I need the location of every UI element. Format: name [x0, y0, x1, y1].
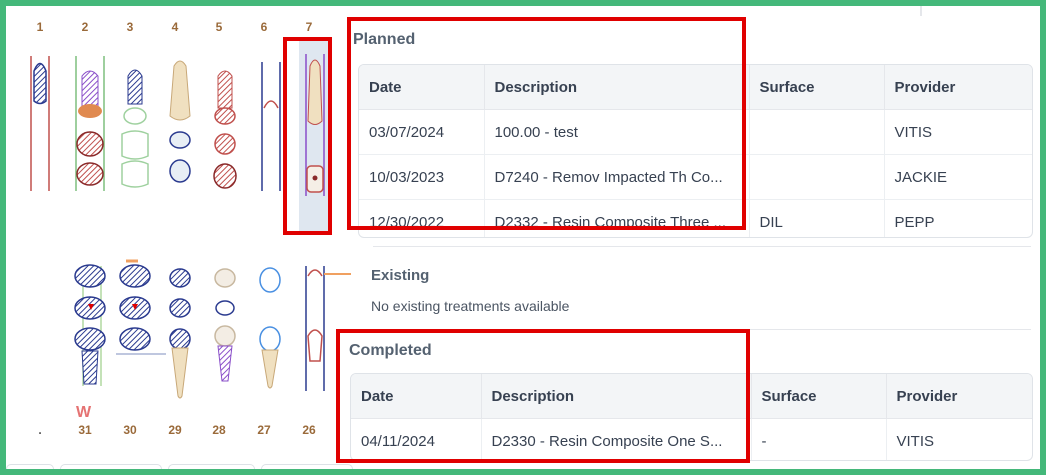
table-row[interactable]: 12/30/2022 D2332 - Resin Composite Three… [359, 199, 1032, 237]
col-surface[interactable]: Surface [751, 374, 887, 419]
cell-description: 100.00 - test [484, 109, 750, 155]
divider [373, 246, 1031, 247]
cell-date: 03/07/2024 [359, 109, 485, 155]
cell-surface [749, 109, 885, 155]
tooth-6[interactable] [261, 62, 281, 191]
table-row[interactable]: 03/07/2024 100.00 - test VITIS [359, 109, 1032, 155]
completed-title: Completed [349, 342, 432, 359]
existing-empty-text: No existing treatments available [371, 298, 570, 314]
tooth-3[interactable] [121, 69, 149, 188]
col-provider[interactable]: Provider [886, 374, 1032, 419]
cell-description: D2332 - Resin Composite Three ... [484, 199, 750, 237]
tooth-1[interactable] [30, 56, 50, 191]
tooth-30[interactable] [116, 259, 166, 355]
tooth-number-6[interactable]: 6 [254, 20, 274, 34]
cell-description: D7240 - Remov Impacted Th Co... [484, 154, 750, 200]
completed-header-row: Date Description Surface Provider [351, 374, 1032, 419]
tooth-chart[interactable] [6, 36, 351, 436]
tooth-28[interactable] [214, 268, 236, 382]
table-row[interactable]: 04/11/2024 D2330 - Resin Composite One S… [351, 418, 1032, 460]
col-description[interactable]: Description [484, 65, 750, 110]
col-surface[interactable]: Surface [749, 65, 885, 110]
planned-title: Planned [353, 31, 416, 48]
col-date[interactable]: Date [359, 65, 485, 110]
cell-provider: VITIS [886, 418, 1032, 460]
bottom-tab[interactable] [261, 464, 353, 469]
tooth-number-3[interactable]: 3 [120, 20, 140, 34]
tooth-number-4[interactable]: 4 [165, 20, 185, 34]
cell-provider: PEPP [884, 199, 1032, 237]
divider [920, 6, 922, 16]
cell-provider: VITIS [884, 109, 1032, 155]
tooth-27[interactable] [259, 267, 281, 389]
cell-surface [749, 154, 885, 200]
completed-table: Date Description Surface Provider 04/11/… [350, 373, 1033, 461]
cell-date: 04/11/2024 [351, 418, 482, 460]
tooth-number-2[interactable]: 2 [75, 20, 95, 34]
col-date[interactable]: Date [351, 374, 482, 419]
cell-surface: - [751, 418, 887, 460]
tooth-5[interactable] [213, 70, 237, 189]
tooth-number-7[interactable]: 7 [299, 20, 319, 34]
cell-date: 12/30/2022 [359, 199, 485, 237]
planned-table: Date Description Surface Provider 03/07/… [358, 64, 1033, 238]
bottom-tab[interactable] [6, 464, 54, 469]
tooth-26[interactable] [305, 266, 351, 391]
tooth-number-1[interactable]: 1 [30, 20, 50, 34]
planned-header-row: Date Description Surface Provider [359, 65, 1032, 110]
divider [373, 329, 1031, 330]
app-frame: 1 2 3 4 5 6 7 . 31 30 29 28 27 26 W Plan… [6, 6, 1040, 469]
cell-date: 10/03/2023 [359, 154, 485, 200]
col-provider[interactable]: Provider [884, 65, 1032, 110]
bottom-tab[interactable] [60, 464, 162, 469]
cell-surface: DIL [749, 199, 885, 237]
existing-title: Existing [371, 267, 430, 284]
cell-provider: JACKIE [884, 154, 1032, 200]
cell-description: D2330 - Resin Composite One S... [481, 418, 752, 460]
tooth-detail-panel: Planned Date Description Surface Provide… [349, 17, 1039, 469]
tooth-7[interactable] [305, 54, 325, 196]
tooth-29[interactable] [169, 268, 191, 399]
col-description[interactable]: Description [481, 374, 752, 419]
tooth-2[interactable] [75, 56, 105, 191]
bottom-tab[interactable] [168, 464, 255, 469]
table-row[interactable]: 10/03/2023 D7240 - Remov Impacted Th Co.… [359, 154, 1032, 200]
tooth-31[interactable] [74, 264, 106, 386]
tooth-4[interactable] [169, 60, 191, 183]
tooth-number-5[interactable]: 5 [209, 20, 229, 34]
